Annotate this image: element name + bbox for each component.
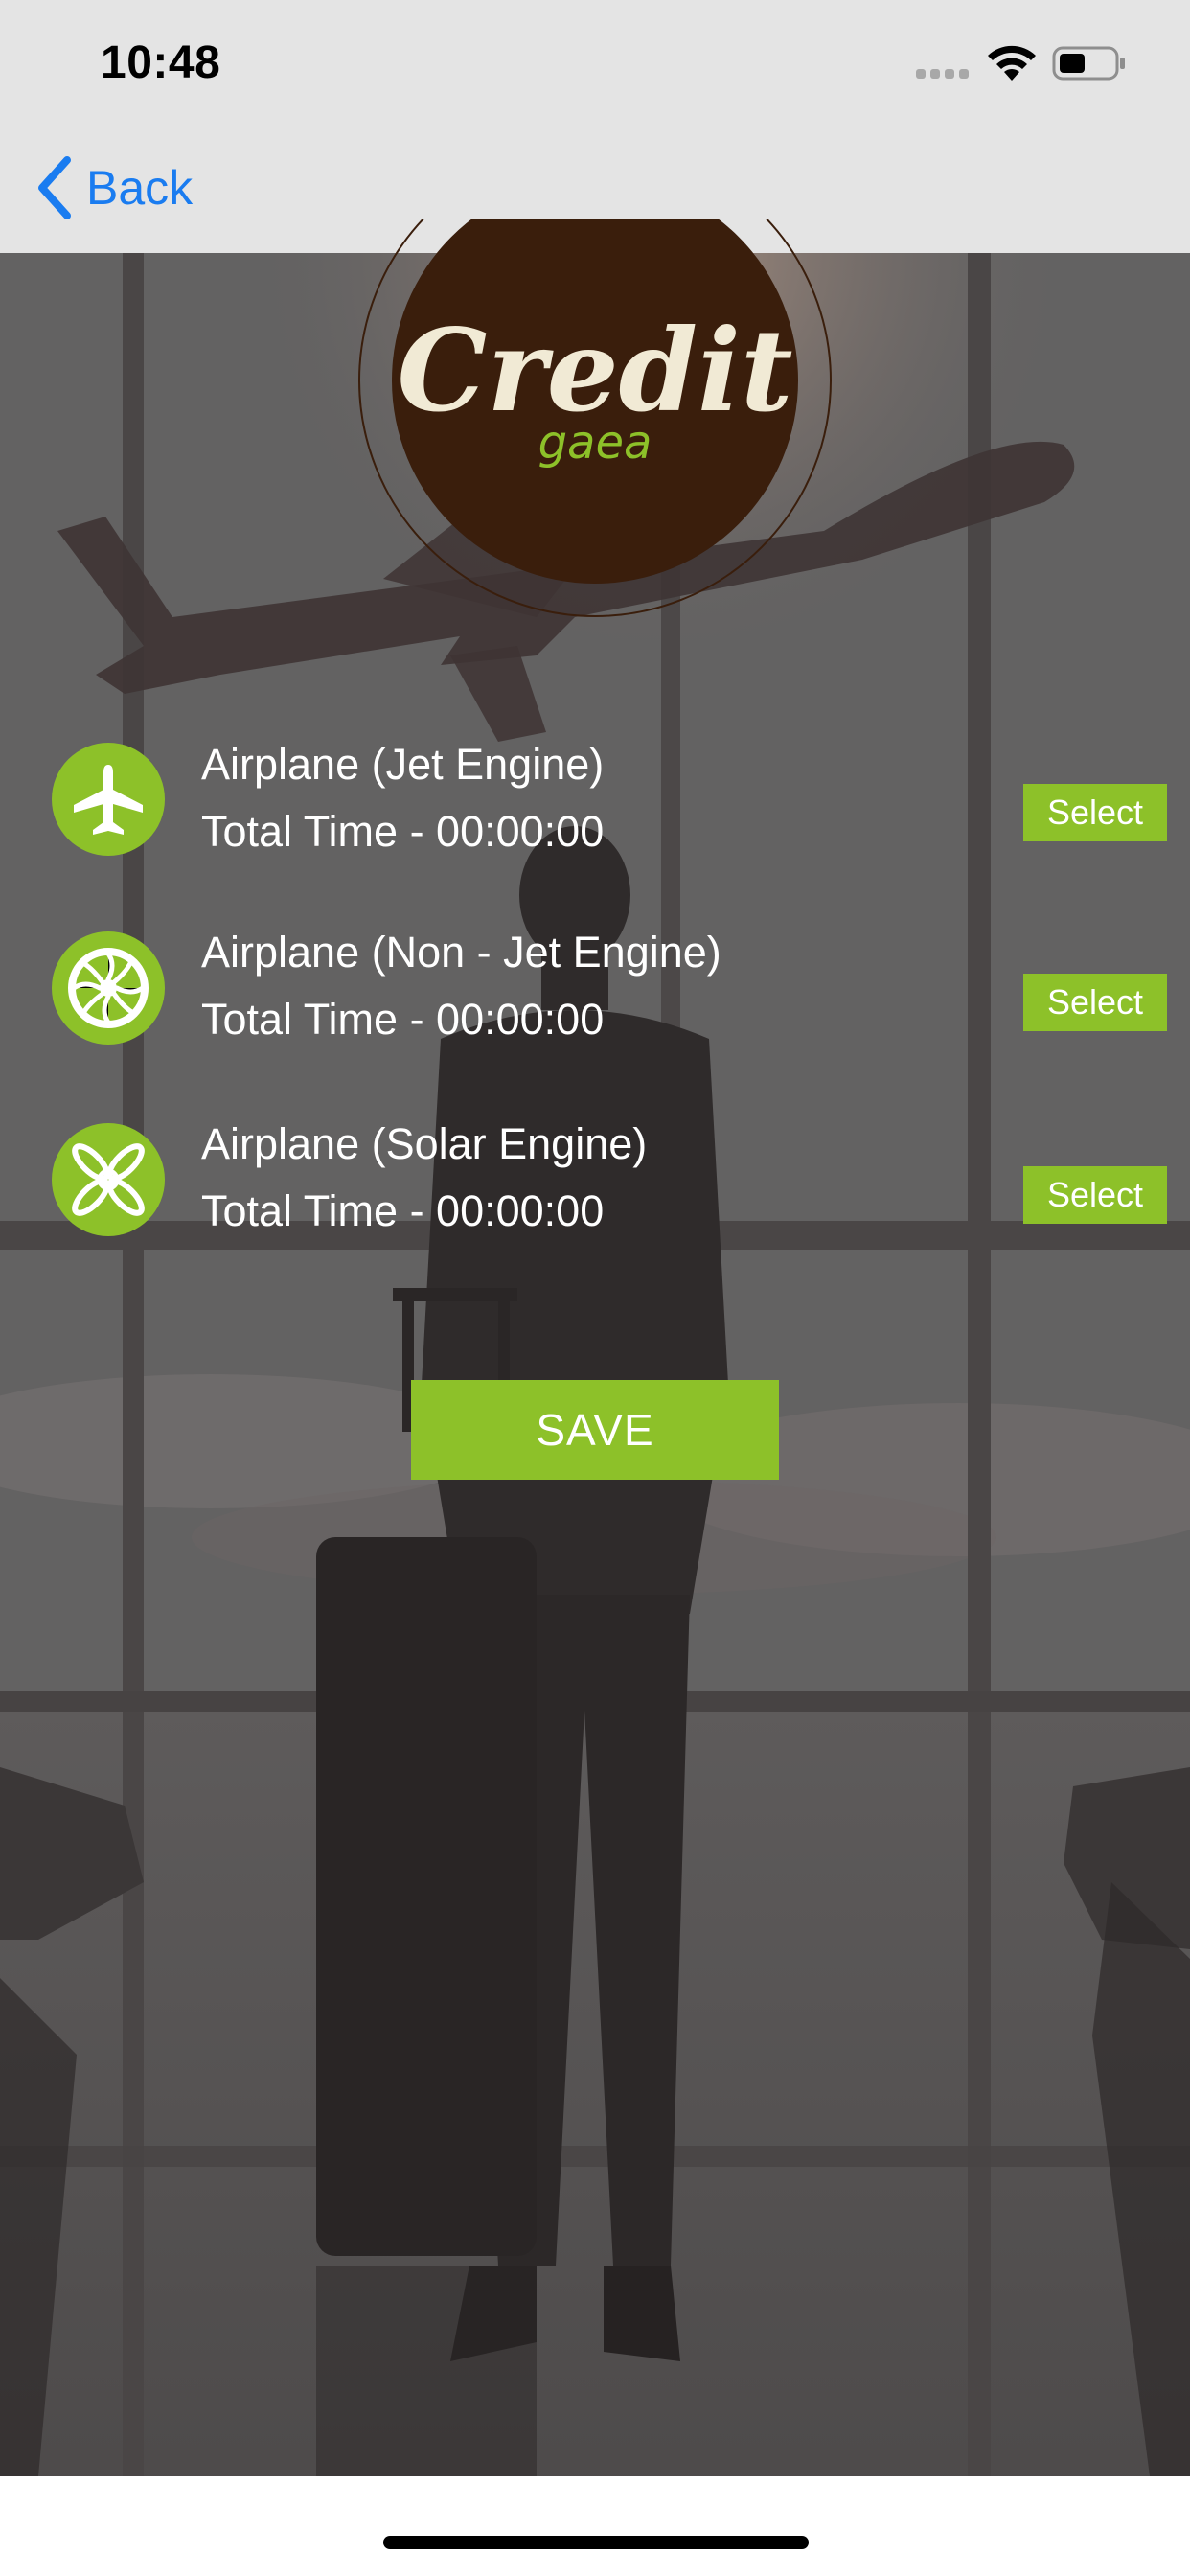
option-title: Airplane (Non - Jet Engine) (201, 928, 721, 977)
option-jet-engine: Airplane (Jet Engine) Total Time - 00:00… (0, 738, 1190, 862)
cellular-signal-icon (916, 69, 973, 80)
status-and-nav-bar: 10:48 Back (0, 0, 1190, 253)
select-button[interactable]: Select (1023, 1166, 1167, 1224)
option-total-time: Total Time - 00:00:00 (201, 1186, 605, 1235)
home-indicator[interactable] (383, 2536, 809, 2549)
wifi-icon (988, 45, 1036, 80)
option-non-jet-engine: Airplane (Non - Jet Engine) Total Time -… (0, 928, 1190, 1052)
logo-subtext: gaea (538, 416, 652, 470)
propeller-icon (52, 1123, 165, 1236)
airplane-icon (52, 743, 165, 856)
option-title: Airplane (Solar Engine) (201, 1119, 648, 1168)
option-total-time: Total Time - 00:00:00 (201, 807, 605, 856)
home-indicator-area (0, 2476, 1190, 2576)
back-button[interactable]: Back (34, 153, 193, 222)
back-label: Back (86, 161, 194, 215)
battery-icon (1052, 46, 1125, 80)
save-button[interactable]: SAVE (411, 1380, 779, 1480)
option-solar-engine: Airplane (Solar Engine) Total Time - 00:… (0, 1119, 1190, 1244)
credit-gaea-logo: Credit gaea (358, 218, 832, 617)
select-button[interactable]: Select (1023, 974, 1167, 1031)
option-title: Airplane (Jet Engine) (201, 740, 605, 789)
option-total-time: Total Time - 00:00:00 (201, 995, 605, 1044)
select-button[interactable]: Select (1023, 784, 1167, 841)
status-time: 10:48 (101, 37, 221, 88)
turbine-icon (52, 932, 165, 1045)
chevron-left-icon (38, 156, 71, 219)
